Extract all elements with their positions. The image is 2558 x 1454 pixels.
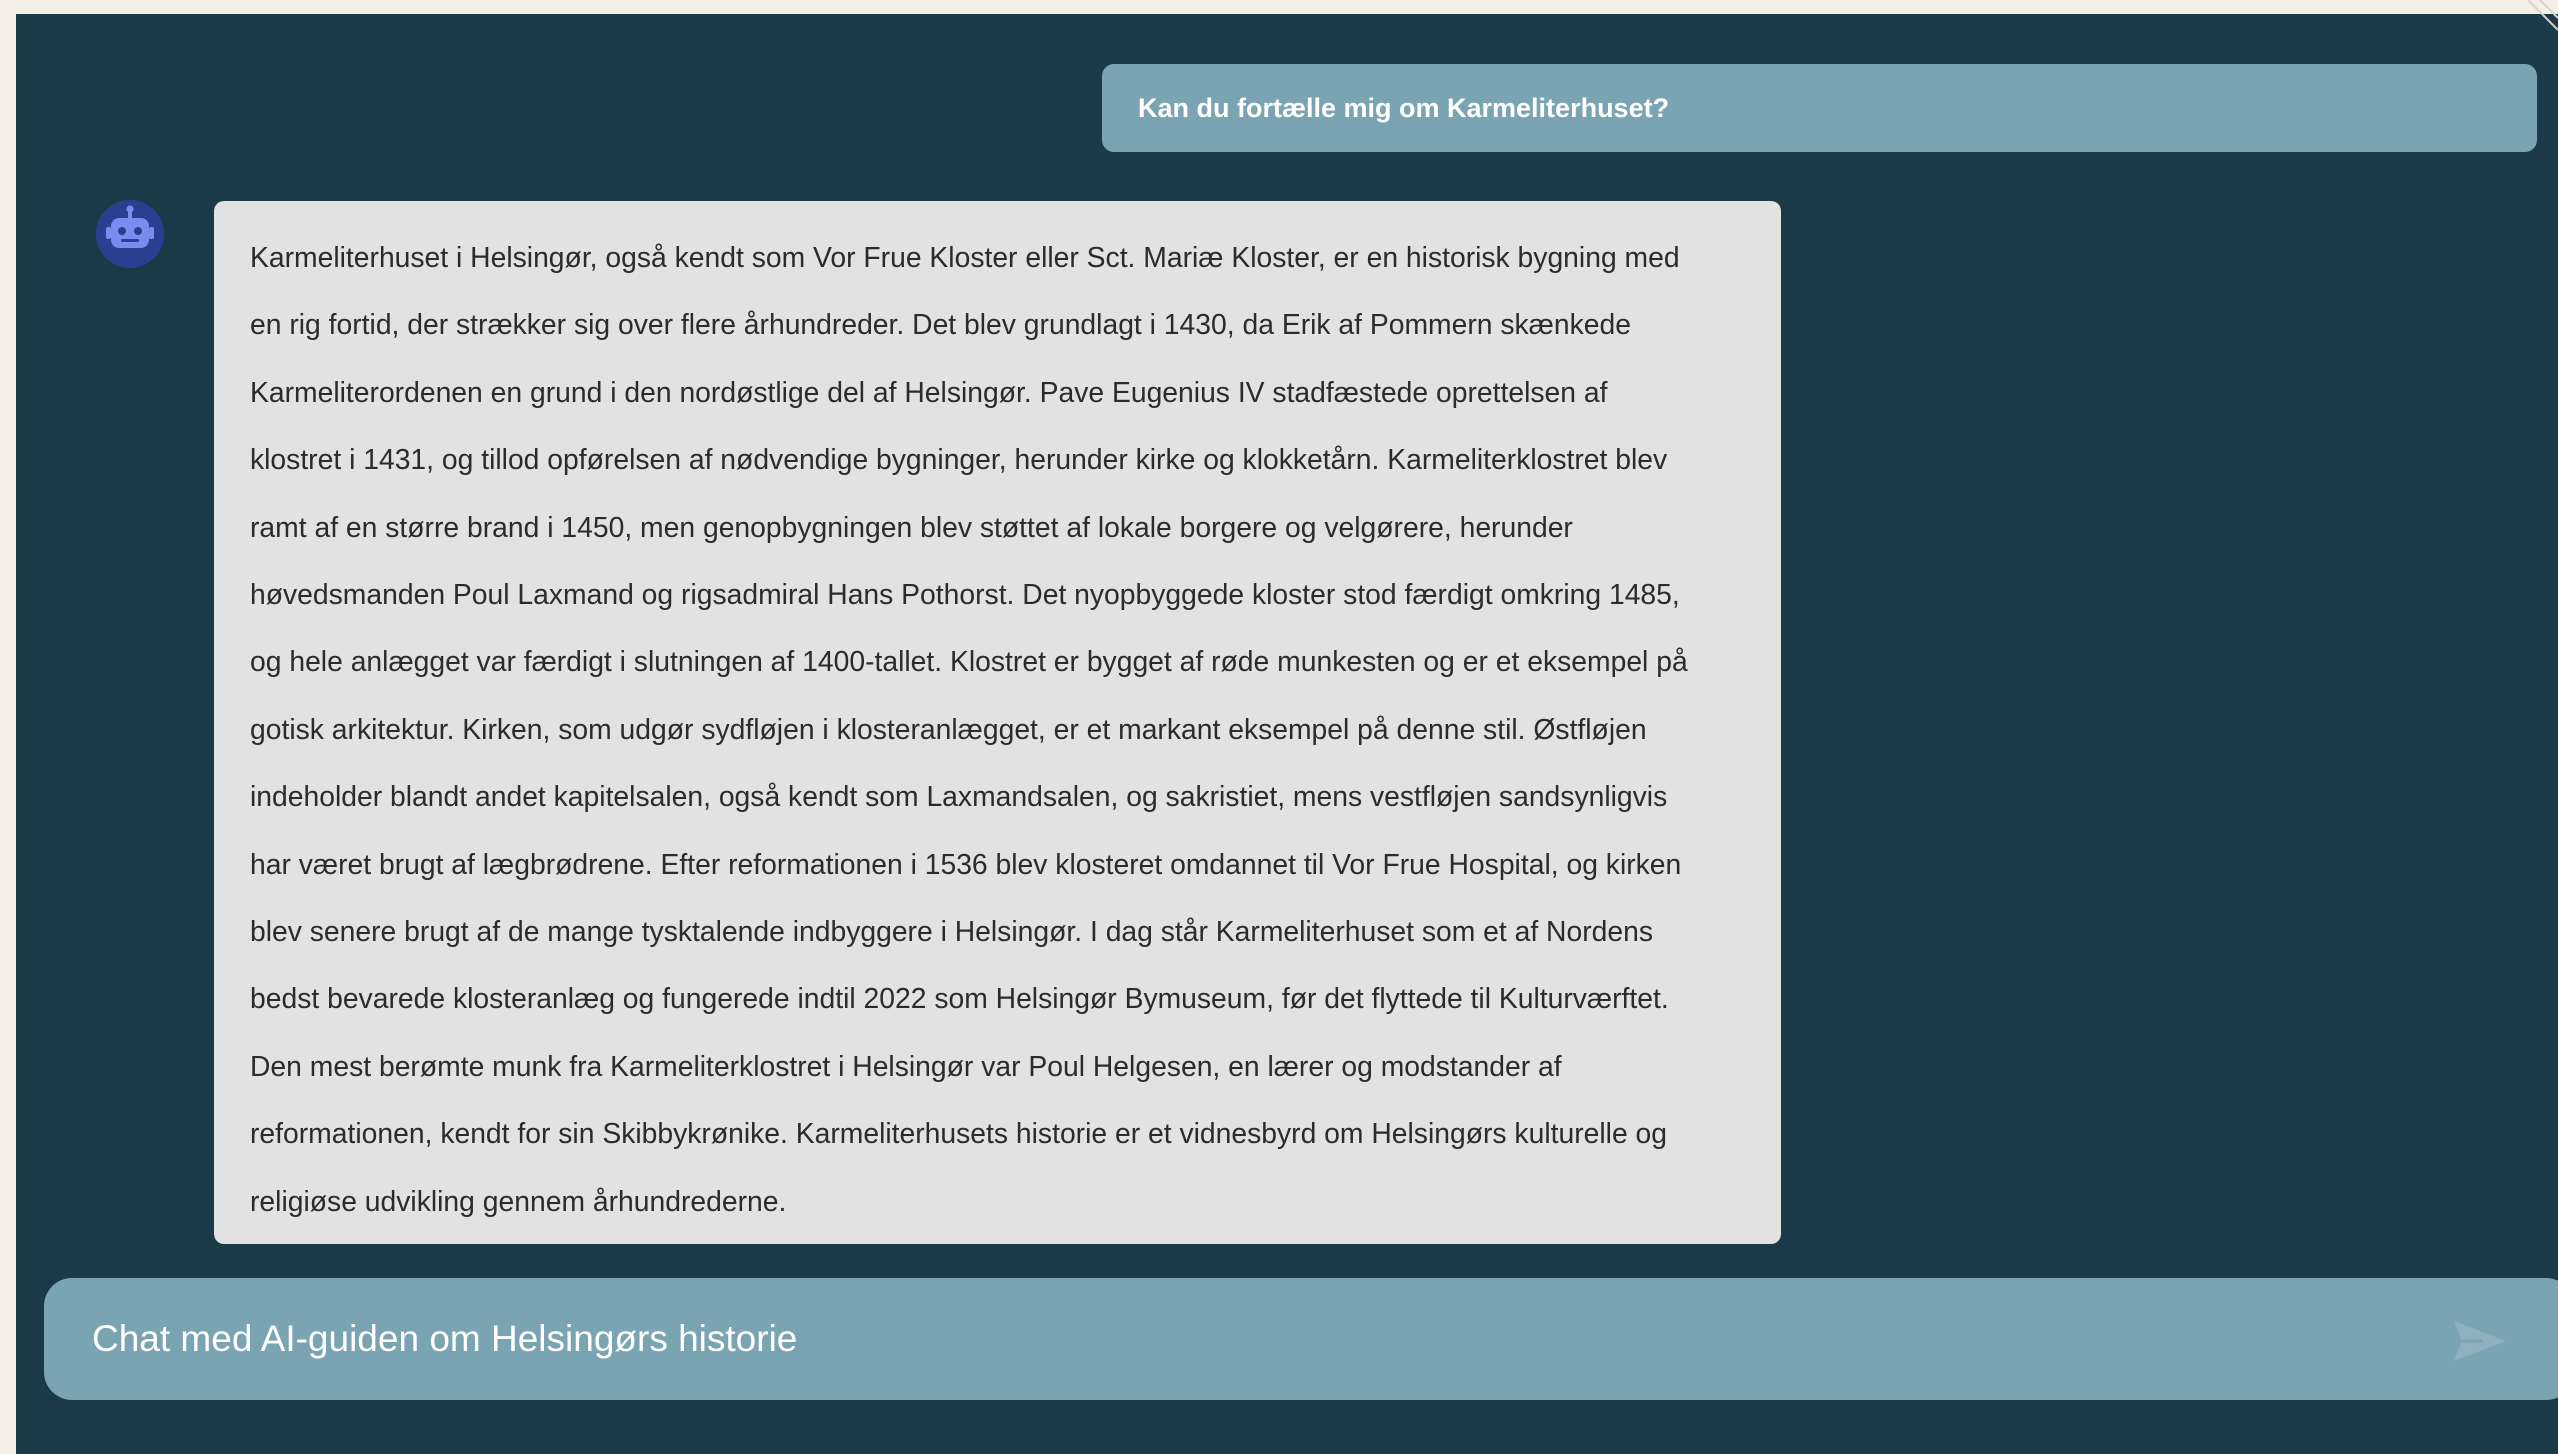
chat-composer[interactable] — [44, 1278, 2558, 1400]
bot-message: Karmeliterhuset i Helsingør, også kendt … — [214, 201, 1781, 1244]
bot-message-line: gotisk arkitektur. Kirken, som udgør syd… — [250, 712, 1647, 745]
bot-message-line: Den mest berømte munk fra Karmeliterklos… — [250, 1049, 1562, 1082]
chat-input[interactable] — [92, 1318, 2526, 1360]
bot-message-line: blev senere brugt af de mange tysktalend… — [250, 915, 1654, 948]
bot-message-line: klostret i 1431, og tillod opførelsen af… — [250, 443, 1668, 476]
robot-icon — [96, 200, 164, 268]
bot-avatar — [96, 200, 164, 268]
corner-decoration — [2527, 0, 2558, 31]
bot-message-line: og hele anlægget var færdigt i slutninge… — [250, 645, 1688, 678]
bot-message-line: høvedsmanden Poul Laxmand og rigsadmiral… — [250, 578, 1680, 611]
bot-message-line: indeholder blandt andet kapitelsalen, og… — [250, 780, 1668, 813]
bot-message-line: har været brugt af lægbrødrene. Efter re… — [250, 847, 1682, 880]
bot-message-line: ramt af en større brand i 1450, men geno… — [250, 510, 1573, 543]
send-icon — [2454, 1321, 2506, 1361]
bot-message-line: bedst bevarede klosteranlæg og fungerede… — [250, 982, 1669, 1015]
user-message-text: Kan du fortælle mig om Karmeliterhuset? — [1138, 92, 1670, 123]
chat-window: Kan du fortælle mig om Karmeliterhuset? … — [16, 14, 2558, 1454]
bot-message-line: religiøse udvikling gennem århundrederne… — [250, 1184, 787, 1217]
bot-message-line: Karmeliterhuset i Helsingør, også kendt … — [250, 241, 1680, 273]
bot-message-line: en rig fortid, der strækker sig over fle… — [250, 308, 1631, 341]
bot-message-line: Karmeliterordenen en grund i den nordøst… — [250, 375, 1608, 408]
bot-message-line: reformationen, kendt for sin Skibbykrøni… — [250, 1117, 1668, 1150]
user-message: Kan du fortælle mig om Karmeliterhuset? — [1102, 64, 2537, 152]
send-button[interactable] — [2452, 1318, 2508, 1364]
